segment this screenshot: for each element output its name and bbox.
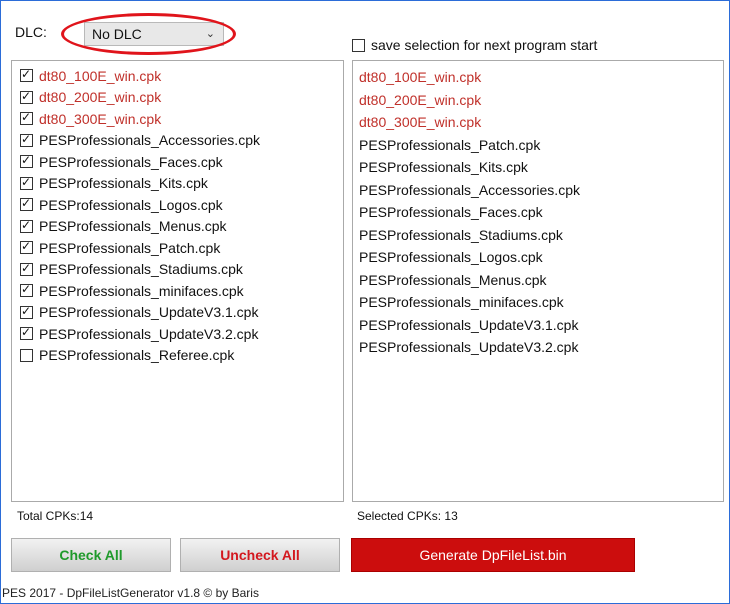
cpk-name: PESProfessionals_Faces.cpk [39,153,223,170]
save-selection-checkbox[interactable] [352,38,365,52]
cpk-name: PESProfessionals_Kits.cpk [39,175,208,192]
cpk-list-item[interactable]: dt80_100E_win.cpk [20,65,343,87]
cpk-checkbox[interactable] [20,67,33,83]
cpk-name: PESProfessionals_Stadiums.cpk [39,261,243,278]
selected-cpks-count: Selected CPKs: 13 [357,509,458,523]
cpk-name: PESProfessionals_Menus.cpk [39,218,227,235]
dlc-selected-value: No DLC [92,26,142,42]
total-cpks-value: 14 [79,509,94,523]
cpk-name: PESProfessionals_Referee.cpk [39,347,235,364]
cpk-checkbox[interactable] [20,348,33,362]
selected-cpk-item[interactable]: PESProfessionals_Menus.cpk [359,269,723,292]
selected-cpk-item[interactable]: PESProfessionals_Stadiums.cpk [359,224,723,247]
cpk-list-item[interactable]: dt80_300E_win.cpk [20,108,343,130]
cpk-checkbox[interactable] [20,325,33,341]
selected-cpk-item[interactable]: dt80_300E_win.cpk [359,111,723,134]
cpk-list-item[interactable]: PESProfessionals_UpdateV3.2.cpk [20,323,343,345]
cpk-name: PESProfessionals_Accessories.cpk [39,132,260,149]
cpk-checkbox[interactable] [20,175,33,190]
selected-cpk-item[interactable]: dt80_100E_win.cpk [359,66,723,89]
selected-cpk-item[interactable]: PESProfessionals_Patch.cpk [359,134,723,157]
cpk-name: PESProfessionals_UpdateV3.1.cpk [39,304,259,321]
selected-cpks-value: 13 [444,509,458,523]
cpk-name: dt80_300E_win.cpk [39,110,162,127]
cpk-checkbox[interactable] [20,261,33,276]
selected-cpk-list: dt80_100E_win.cpk dt80_200E_win.cpk dt80_3… [353,61,723,359]
selected-cpk-item[interactable]: PESProfessionals_UpdateV3.2.cpk [359,336,723,359]
cpk-name: dt80_100E_win.cpk [39,67,162,84]
cpk-list-item[interactable]: PESProfessionals_Logos.cpk [20,194,343,216]
cpk-name: PESProfessionals_minifaces.cpk [39,282,244,299]
cpk-name: PESProfessionals_Patch.cpk [39,239,221,256]
cpk-checkbox[interactable] [20,218,33,233]
cpk-name: dt80_200E_win.cpk [39,89,162,106]
cpk-list-item[interactable]: PESProfessionals_minifaces.cpk [20,280,343,302]
cpk-list-item[interactable]: PESProfessionals_UpdateV3.1.cpk [20,302,343,324]
cpk-list-item[interactable]: dt80_200E_win.cpk [20,87,343,109]
selected-cpk-item[interactable]: PESProfessionals_Kits.cpk [359,156,723,179]
selected-cpk-item[interactable]: PESProfessionals_UpdateV3.1.cpk [359,314,723,337]
cpk-list-item[interactable]: PESProfessionals_Referee.cpk [20,345,343,367]
save-selection-label: save selection for next program start [371,37,598,53]
cpk-list-item[interactable]: PESProfessionals_Patch.cpk [20,237,343,259]
selected-cpk-panel[interactable]: dt80_100E_win.cpk dt80_200E_win.cpk dt80_3… [352,60,724,502]
cpk-checkbox[interactable] [20,89,33,104]
cpk-list-item[interactable]: PESProfessionals_Faces.cpk [20,151,343,173]
cpk-checkbox[interactable] [20,282,33,298]
cpk-checkbox[interactable] [20,110,33,126]
selected-cpk-item[interactable]: dt80_200E_win.cpk [359,89,723,112]
selected-cpk-item[interactable]: PESProfessionals_minifaces.cpk [359,291,723,314]
cpk-checkbox[interactable] [20,132,33,147]
selected-cpk-item[interactable]: PESProfessionals_Accessories.cpk [359,179,723,202]
generate-button[interactable]: Generate DpFileList.bin [351,538,635,572]
cpk-list-item[interactable]: PESProfessionals_Stadiums.cpk [20,259,343,281]
cpk-list-panel[interactable]: dt80_100E_win.cpk dt80_200E_win.cpk dt80_3… [11,60,344,502]
selected-cpk-item[interactable]: PESProfessionals_Logos.cpk [359,246,723,269]
cpk-checklist: dt80_100E_win.cpk dt80_200E_win.cpk dt80_3… [12,61,343,366]
cpk-list-item[interactable]: PESProfessionals_Accessories.cpk [20,130,343,152]
save-selection-option[interactable]: save selection for next program start [352,37,597,53]
selected-cpk-item[interactable]: PESProfessionals_Faces.cpk [359,201,723,224]
check-all-button[interactable]: Check All [11,538,171,572]
chevron-down-icon: ⌄ [205,28,215,40]
dlc-label: DLC: [15,24,47,40]
total-cpks-label: Total CPKs: [17,509,80,523]
cpk-name: PESProfessionals_Logos.cpk [39,196,223,213]
cpk-checkbox[interactable] [20,239,33,255]
uncheck-all-button[interactable]: Uncheck All [180,538,340,572]
cpk-checkbox[interactable] [20,196,33,212]
dlc-dropdown[interactable]: No DLC ⌄ [84,22,224,46]
total-cpks-count: Total CPKs:14 [17,509,93,523]
cpk-checkbox[interactable] [20,304,33,319]
cpk-list-item[interactable]: PESProfessionals_Kits.cpk [20,173,343,195]
cpk-name: PESProfessionals_UpdateV3.2.cpk [39,325,259,342]
cpk-checkbox[interactable] [20,153,33,169]
status-bar: PES 2017 - DpFileListGenerator v1.8 © by… [2,586,259,600]
selected-cpks-label: Selected CPKs: [357,509,442,523]
cpk-list-item[interactable]: PESProfessionals_Menus.cpk [20,216,343,238]
